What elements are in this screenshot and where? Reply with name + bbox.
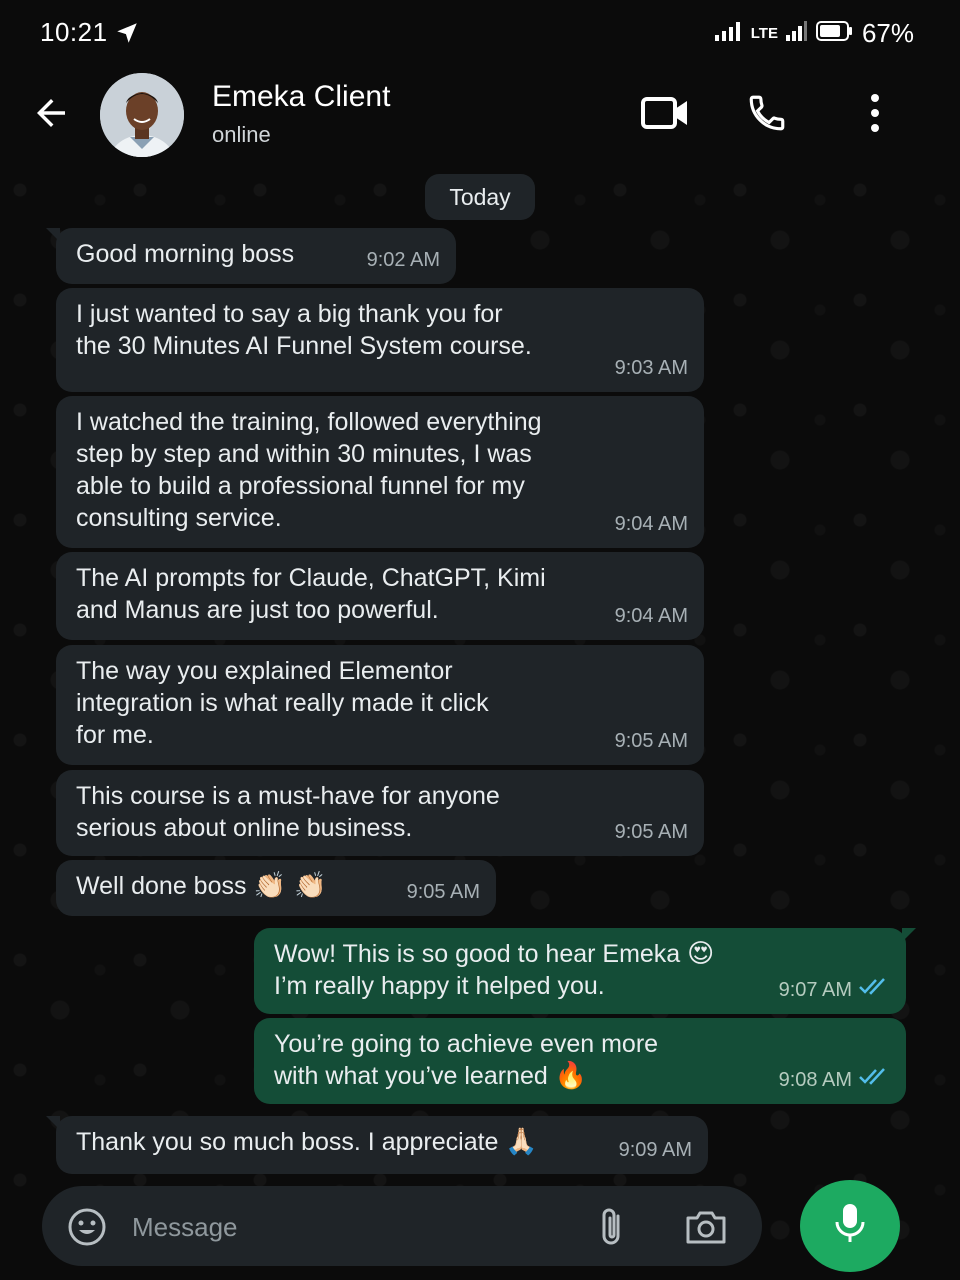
chat-header: Emeka Client online	[0, 70, 960, 170]
message-text-part: You’re going to achieve even more with w…	[274, 1030, 659, 1090]
message-time: 9:02 AM	[366, 249, 440, 271]
message-incoming[interactable]: I just wanted to say a big thank you for…	[56, 288, 704, 392]
message-time: 9:04 AM	[614, 513, 688, 535]
fire-emoji: 🔥	[554, 1061, 588, 1091]
network-type: LTE	[750, 25, 778, 42]
camera-icon[interactable]	[684, 1208, 728, 1251]
battery-icon	[815, 20, 854, 47]
clapping-hands-emoji: 👏🏻 👏🏻	[253, 871, 327, 901]
message-text: The AI prompts for Claude, ChatGPT, Kimi…	[76, 564, 546, 624]
message-time: 9:07 AM	[778, 979, 852, 1001]
message-time-row: 9:08 AM	[779, 1064, 890, 1096]
double-check-icon	[858, 974, 890, 1006]
message-time: 9:08 AM	[778, 1069, 852, 1091]
contact-name[interactable]: Emeka Client	[212, 80, 390, 114]
bubble-tail	[46, 1116, 60, 1130]
message-incoming[interactable]: This course is a must-have for anyone se…	[56, 770, 704, 856]
message-time: 9:03 AM	[614, 357, 688, 379]
contact-status: online	[212, 122, 271, 147]
message-text: This course is a must-have for anyone se…	[76, 782, 500, 842]
status-bar: 10:21 LTE 67%	[0, 0, 960, 70]
emoji-icon[interactable]	[66, 1206, 108, 1253]
message-time: 9:05 AM	[614, 730, 688, 752]
message-text: The way you explained Elementor integrat…	[76, 657, 489, 749]
message-outgoing[interactable]: Wow! This is so good to hear Emeka 😍 I’m …	[254, 928, 916, 1014]
message-text: Thank you so much boss. I appreciate 🙏🏻	[76, 1126, 690, 1158]
message-time-row: 9:07 AM	[779, 974, 890, 1006]
navigation-arrow-icon	[114, 20, 140, 51]
mic-icon	[832, 1202, 868, 1251]
bubble-tail	[902, 928, 916, 942]
message-outgoing[interactable]: You’re going to achieve even more with w…	[254, 1018, 906, 1104]
message-incoming[interactable]: Well done boss 👏🏻 👏🏻 9:05 AM	[56, 860, 496, 916]
message-time: 9:09 AM	[618, 1139, 692, 1161]
bubble-tail	[46, 228, 60, 242]
folded-hands-emoji: 🙏🏻	[505, 1127, 538, 1157]
message-time: 9:05 AM	[614, 821, 688, 843]
message-text: I just wanted to say a big thank you for…	[76, 300, 532, 360]
status-time: 10:21	[40, 17, 108, 47]
video-call-icon[interactable]	[640, 95, 690, 136]
message-incoming[interactable]: Thank you so much boss. I appreciate 🙏🏻 …	[46, 1116, 708, 1174]
avatar[interactable]	[100, 73, 184, 157]
message-incoming[interactable]: The AI prompts for Claude, ChatGPT, Kimi…	[56, 552, 704, 640]
status-indicators: LTE 67%	[714, 18, 914, 49]
voice-message-button[interactable]	[800, 1180, 900, 1272]
phone-icon[interactable]	[746, 92, 788, 139]
double-check-icon	[858, 1064, 890, 1096]
attach-icon[interactable]	[596, 1206, 628, 1253]
more-options-icon[interactable]	[862, 92, 888, 139]
message-text-part: Wow! This is so good to hear Emeka	[274, 940, 681, 968]
signal-icon	[785, 21, 808, 46]
message-text-part: Thank you so much boss. I appreciate	[76, 1128, 499, 1156]
message-time: 9:05 AM	[406, 881, 480, 903]
message-text-part: Well done boss	[76, 872, 247, 900]
date-separator: Today	[425, 174, 535, 220]
battery-percent: 67%	[861, 18, 914, 48]
signal-icon	[714, 21, 743, 46]
heart-eyes-emoji: 😍	[687, 939, 715, 969]
message-incoming[interactable]: Good morning boss 9:02 AM	[46, 228, 456, 284]
message-text-part: I’m really happy it helped you.	[274, 972, 605, 1000]
message-incoming[interactable]: I watched the training, followed everyth…	[56, 396, 704, 548]
message-input[interactable]	[130, 1204, 554, 1250]
message-time: 9:04 AM	[614, 605, 688, 627]
back-arrow-icon[interactable]	[30, 92, 72, 139]
message-incoming[interactable]: The way you explained Elementor integrat…	[56, 645, 704, 765]
message-composer	[42, 1186, 762, 1266]
message-text: I watched the training, followed everyth…	[76, 408, 542, 532]
